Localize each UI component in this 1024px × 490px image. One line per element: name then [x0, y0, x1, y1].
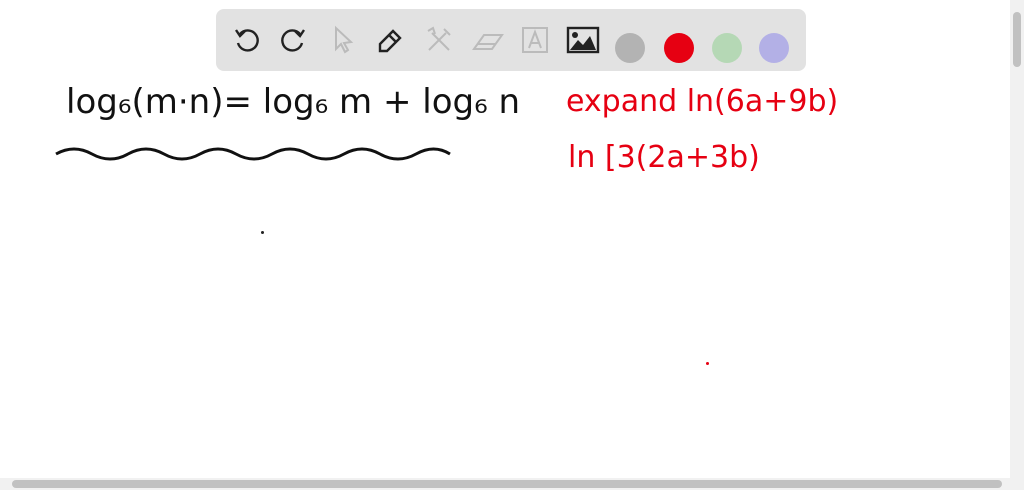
horizontal-scroll-thumb[interactable]: [12, 480, 1002, 488]
pen-tool[interactable]: [373, 23, 407, 57]
image-tool[interactable]: [566, 23, 600, 57]
log-product-rule: log₆(m·n)= log₆ m + log₆ n: [66, 82, 521, 122]
vertical-scrollbar[interactable]: [1010, 0, 1024, 478]
shapes-tool[interactable]: [422, 23, 456, 57]
eraser-tool[interactable]: [471, 23, 505, 57]
select-icon: [335, 25, 354, 54]
redo-icon: [281, 29, 305, 52]
expand-prompt: expand ln(6a+9b): [566, 84, 839, 119]
horizontal-scrollbar[interactable]: [0, 478, 1024, 490]
undo-icon: [235, 29, 259, 52]
ink-dot: [261, 231, 264, 234]
expand-step: ln [3(2a+3b): [568, 140, 760, 175]
image-icon: [566, 26, 600, 54]
ink-dot: [706, 362, 709, 365]
toolbar: [216, 9, 806, 71]
color-red-swatch[interactable]: [664, 33, 694, 63]
color-purple-swatch[interactable]: [759, 33, 789, 63]
pen-icon: [378, 29, 402, 53]
select-tool[interactable]: [326, 23, 360, 57]
wavy-underline: [55, 147, 451, 161]
eraser-icon: [472, 34, 504, 50]
vertical-scroll-thumb[interactable]: [1013, 12, 1021, 67]
text-tool[interactable]: [518, 23, 552, 57]
undo-button[interactable]: [230, 23, 264, 57]
text-icon: [522, 27, 548, 53]
redo-button[interactable]: [276, 23, 310, 57]
color-green-swatch[interactable]: [712, 33, 742, 63]
tools-icon: [427, 26, 451, 51]
color-gray-swatch[interactable]: [615, 33, 645, 63]
